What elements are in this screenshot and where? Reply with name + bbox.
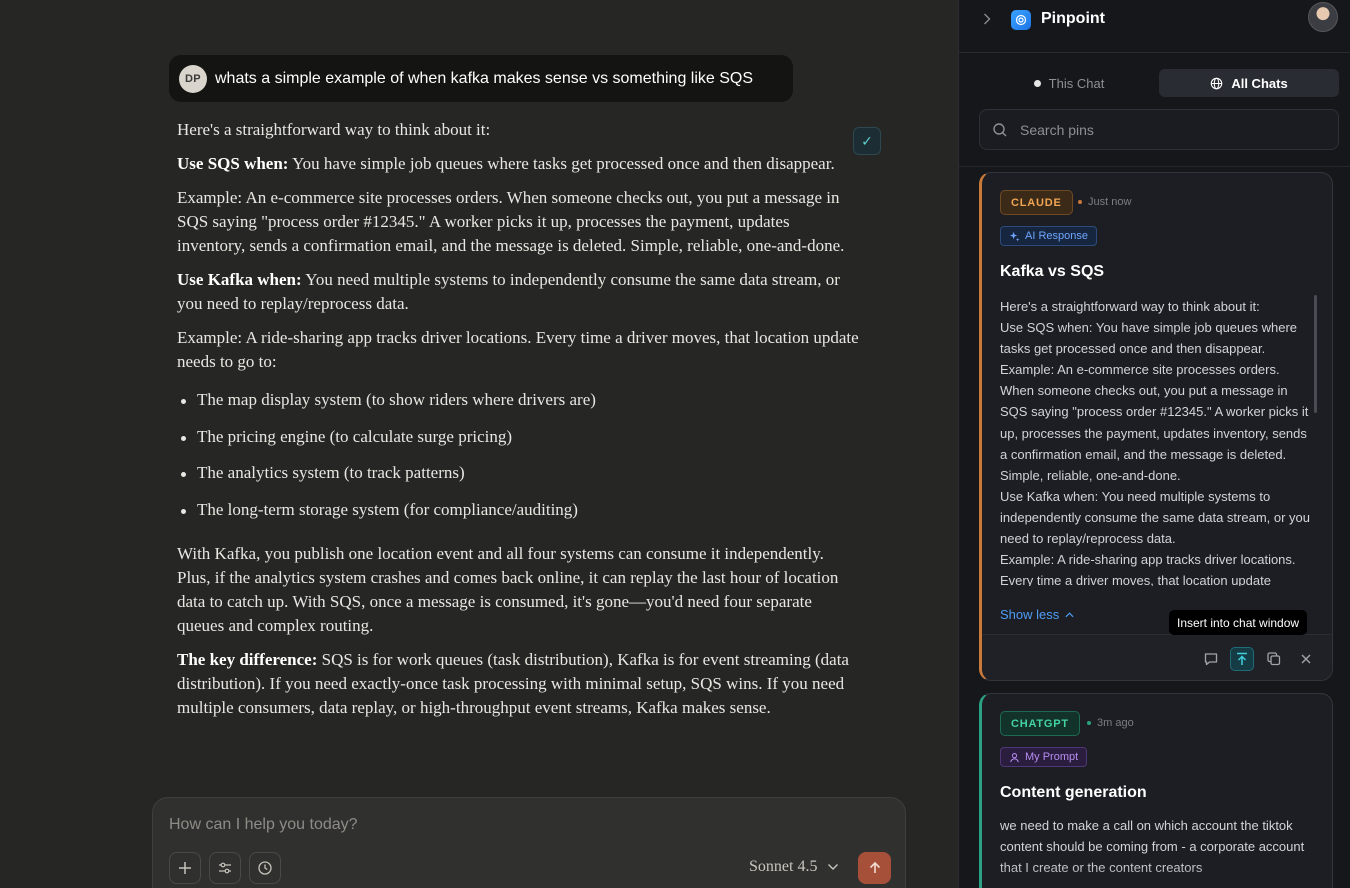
copy-icon: [1267, 652, 1281, 666]
model-selector[interactable]: Sonnet 4.5: [749, 858, 839, 876]
type-pill: AI Response: [1000, 226, 1097, 246]
chevron-up-icon: [1065, 611, 1074, 617]
scrollbar[interactable]: [1314, 295, 1317, 413]
chevron-down-icon: [828, 864, 839, 870]
source-badge: CHATGPT: [1000, 711, 1080, 736]
time-text: 3m ago: [1097, 717, 1134, 729]
profile-avatar[interactable]: [1308, 2, 1338, 32]
sqs-text: You have simple job queues where tasks g…: [288, 154, 835, 173]
pin-card[interactable]: CHATGPT 3m ago My Prompt Content generat…: [979, 693, 1333, 888]
model-name: Sonnet 4.5: [749, 858, 818, 875]
show-less-link[interactable]: Show less: [1000, 607, 1074, 622]
user-message: DP whats a simple example of when kafka …: [169, 55, 793, 102]
response-kafka-summary: With Kafka, you publish one location eve…: [177, 544, 839, 635]
tab-all-chats[interactable]: All Chats: [1159, 69, 1339, 97]
response-difference: The key difference: SQS is for work queu…: [177, 648, 861, 720]
pin-paragraph: Example: An e-commerce site processes or…: [1000, 362, 1309, 483]
divider: [959, 166, 1350, 167]
add-button[interactable]: [169, 852, 201, 884]
response-intro: Here's a straightforward way to think ab…: [177, 120, 491, 139]
app-title: Pinpoint: [1041, 10, 1105, 27]
copy-button[interactable]: [1262, 647, 1286, 671]
search-input[interactable]: Search pins: [1020, 122, 1094, 138]
difference-label: The key difference:: [177, 650, 318, 669]
composer[interactable]: How can I help you today? Sonnet 4.5: [152, 797, 906, 888]
response-kafka-example: Example: A ride-sharing app tracks drive…: [177, 328, 859, 371]
type-pill: My Prompt: [1000, 747, 1088, 767]
pinpoint-logo-icon: [1011, 10, 1031, 30]
pin-title: Kafka vs SQS: [1000, 263, 1105, 280]
pin-card[interactable]: CLAUDE Just now AI Response Kafka vs SQS…: [979, 172, 1333, 681]
pin-paragraph: Here's a straightforward way to think ab…: [1000, 299, 1260, 314]
collapse-button[interactable]: [983, 12, 991, 29]
response-sqs: Use SQS when: You have simple job queues…: [177, 152, 861, 176]
time-text: Just now: [1088, 196, 1132, 208]
type-label: My Prompt: [1025, 751, 1079, 763]
insert-button[interactable]: [1230, 647, 1254, 671]
chevron-right-icon: [984, 13, 991, 25]
tools-button[interactable]: [209, 852, 241, 884]
assistant-response: Here's a straightforward way to think ab…: [177, 118, 861, 730]
message-icon: [1204, 653, 1218, 666]
fade-overlay: [982, 862, 1332, 888]
list-item: The map display system (to show riders w…: [177, 384, 861, 421]
list-item: The long-term storage system (for compli…: [177, 494, 861, 531]
send-button[interactable]: [858, 852, 891, 884]
tab-label: This Chat: [1048, 75, 1105, 91]
plus-icon: [179, 862, 191, 874]
clock-icon: [258, 861, 272, 875]
pin-paragraph: Example: A ride-sharing app tracks drive…: [1000, 552, 1296, 586]
insert-tooltip: Insert into chat window: [1169, 610, 1308, 635]
bullet-icon: [1087, 721, 1091, 725]
history-button[interactable]: [249, 852, 281, 884]
scope-tabs: This Chat All Chats: [979, 69, 1339, 97]
pin-paragraph: Use Kafka when: You need multiple system…: [1000, 488, 1311, 547]
search-field[interactable]: Search pins: [979, 109, 1339, 150]
list-item: The analytics system (to track patterns): [177, 457, 861, 494]
message-input[interactable]: How can I help you today?: [169, 816, 358, 834]
sliders-icon: [219, 862, 231, 874]
insert-up-icon: [1237, 652, 1247, 665]
chat-area: DP whats a simple example of when kafka …: [0, 0, 958, 888]
sparkle-icon: [1009, 231, 1020, 242]
panel-header: Pinpoint: [959, 0, 1350, 53]
arrow-up-icon: [869, 861, 880, 873]
close-icon: [1301, 654, 1311, 664]
sqs-label: Use SQS when:: [177, 154, 289, 173]
remove-button[interactable]: [1294, 647, 1318, 671]
show-less-label: Show less: [1000, 607, 1060, 622]
type-label: AI Response: [1025, 230, 1088, 242]
globe-icon: [1211, 77, 1223, 89]
tab-label: All Chats: [1231, 75, 1288, 91]
user-avatar: DP: [179, 64, 207, 93]
pin-timestamp: 3m ago: [1087, 717, 1134, 729]
kafka-label: Use Kafka when:: [177, 270, 302, 289]
pin-title: Content generation: [1000, 784, 1147, 801]
comment-button[interactable]: [1199, 647, 1223, 671]
search-icon: [993, 123, 1007, 137]
bullet-icon: [1078, 200, 1082, 204]
response-kafka: Use Kafka when: You need multiple system…: [177, 268, 861, 316]
list-item: The pricing engine (to calculate surge p…: [177, 421, 861, 458]
dot-icon: [1033, 79, 1041, 87]
user-message-text: whats a simple example of when kafka mak…: [215, 69, 754, 87]
tab-this-chat[interactable]: This Chat: [979, 69, 1159, 97]
source-badge: CLAUDE: [1000, 190, 1073, 215]
pinpoint-panel: Pinpoint This Chat All Chats Search pins…: [958, 0, 1350, 888]
response-sqs-example: Example: An e-commerce site processes or…: [177, 188, 845, 255]
pin-actions: [982, 634, 1332, 680]
pin-content: Here's a straightforward way to think ab…: [1000, 296, 1316, 586]
pin-paragraph: Use SQS when: You have simple job queues…: [1000, 320, 1298, 357]
user-icon: [1010, 752, 1019, 762]
pin-timestamp: Just now: [1078, 196, 1131, 208]
consumer-list: The map display system (to show riders w…: [177, 384, 861, 530]
